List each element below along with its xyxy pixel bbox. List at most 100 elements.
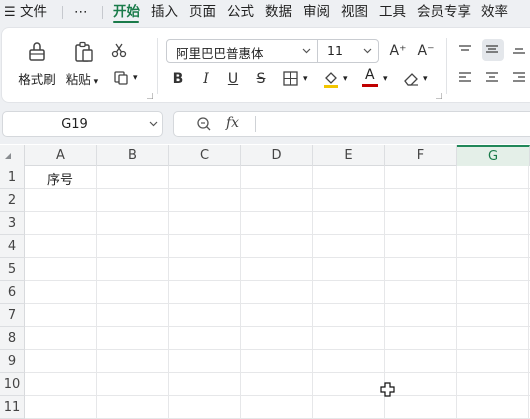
align-top-button[interactable] bbox=[455, 39, 477, 61]
column-gridline bbox=[168, 166, 169, 419]
row-header-10[interactable]: 10 bbox=[0, 373, 25, 396]
borders-button[interactable] bbox=[280, 68, 302, 90]
spreadsheet-grid[interactable] bbox=[0, 144, 530, 419]
row-header-11[interactable]: 11 bbox=[0, 396, 25, 419]
menu-separator bbox=[62, 6, 63, 19]
font-name-select[interactable]: 阿里巴巴普惠体 bbox=[166, 39, 318, 63]
copy-button[interactable] bbox=[110, 67, 132, 89]
active-tab-underline bbox=[113, 21, 139, 23]
row-header-9[interactable]: 9 bbox=[0, 350, 25, 373]
tab-data[interactable]: 数据 bbox=[265, 2, 292, 22]
fill-color-button[interactable] bbox=[320, 67, 342, 89]
column-header-b[interactable]: B bbox=[97, 145, 169, 166]
clipboard-group-launcher-icon[interactable] bbox=[147, 93, 153, 99]
file-menu[interactable]: ☰ 文件 bbox=[4, 2, 47, 22]
menu-separator bbox=[102, 6, 103, 19]
column-header-e[interactable]: E bbox=[313, 145, 385, 166]
column-gridline bbox=[240, 166, 241, 419]
align-middle-icon bbox=[486, 45, 498, 53]
borders-icon bbox=[283, 71, 298, 86]
row-gridline bbox=[25, 395, 530, 396]
font-size-select[interactable]: 11 bbox=[317, 39, 379, 63]
more-menu-button[interactable]: ⋯ bbox=[74, 2, 88, 22]
clipboard-icon bbox=[75, 41, 93, 62]
row-header-3[interactable]: 3 bbox=[0, 212, 25, 235]
decrease-font-button[interactable]: A⁻ bbox=[416, 41, 436, 61]
tab-tools[interactable]: 工具 bbox=[379, 2, 406, 22]
align-middle-button[interactable] bbox=[482, 39, 504, 61]
fill-color-dropdown-chevron-icon[interactable]: ▾ bbox=[343, 75, 351, 84]
tab-home[interactable]: 开始 bbox=[113, 2, 140, 22]
zoom-formula-button[interactable] bbox=[193, 113, 215, 135]
tab-view[interactable]: 视图 bbox=[341, 2, 368, 22]
font-group-launcher-icon[interactable] bbox=[436, 93, 442, 99]
column-gridline bbox=[528, 166, 529, 419]
italic-button[interactable]: I bbox=[196, 69, 216, 89]
cut-button[interactable] bbox=[108, 39, 130, 61]
formula-input[interactable] bbox=[262, 113, 530, 135]
tab-page[interactable]: 页面 bbox=[189, 2, 216, 22]
row-gridline bbox=[25, 280, 530, 281]
row-gridline bbox=[25, 234, 530, 235]
align-center-button[interactable] bbox=[482, 68, 504, 90]
name-box[interactable]: G19 bbox=[2, 111, 163, 137]
ribbon-separator bbox=[446, 38, 447, 94]
format-painter-button[interactable]: 格式刷 bbox=[14, 38, 60, 90]
copy-dropdown-chevron-icon[interactable]: ▾ bbox=[133, 74, 141, 83]
ribbon-separator bbox=[157, 38, 158, 94]
cell-cursor-icon bbox=[380, 382, 395, 397]
chevron-down-icon[interactable] bbox=[149, 121, 158, 127]
paste-button[interactable]: 粘贴 ▾ bbox=[61, 38, 107, 90]
font-color-dropdown-chevron-icon[interactable]: ▾ bbox=[383, 75, 391, 84]
align-top-icon bbox=[459, 45, 471, 51]
strikethrough-button[interactable]: S bbox=[251, 69, 271, 89]
align-right-icon bbox=[513, 72, 525, 82]
insert-function-button[interactable]: fx bbox=[226, 115, 239, 131]
bold-button[interactable]: B bbox=[168, 69, 188, 89]
tab-member[interactable]: 会员专享 bbox=[417, 2, 471, 22]
align-left-button[interactable] bbox=[455, 68, 477, 90]
clear-format-button[interactable] bbox=[400, 67, 422, 89]
select-all-corner[interactable] bbox=[0, 145, 25, 166]
magnifier-icon bbox=[197, 117, 211, 131]
eraser-icon bbox=[404, 73, 418, 86]
chevron-down-icon[interactable]: ▾ bbox=[91, 77, 99, 87]
row-gridline bbox=[25, 372, 530, 373]
column-header-c[interactable]: C bbox=[169, 145, 241, 166]
row-header-8[interactable]: 8 bbox=[0, 327, 25, 350]
row-header-2[interactable]: 2 bbox=[0, 189, 25, 212]
column-gridline bbox=[312, 166, 313, 419]
cell-a1[interactable]: 序号 bbox=[47, 169, 73, 188]
tab-formula[interactable]: 公式 bbox=[227, 2, 254, 22]
underline-button[interactable]: U bbox=[223, 69, 243, 89]
row-header-6[interactable]: 6 bbox=[0, 281, 25, 304]
column-header-d[interactable]: D bbox=[241, 145, 313, 166]
tab-review[interactable]: 审阅 bbox=[303, 2, 330, 22]
row-gridline bbox=[25, 326, 530, 327]
borders-dropdown-chevron-icon[interactable]: ▾ bbox=[303, 75, 311, 84]
column-header-f[interactable]: F bbox=[385, 145, 457, 166]
file-menu-label: 文件 bbox=[19, 4, 47, 20]
font-size-value: 11 bbox=[327, 43, 343, 58]
row-gridline bbox=[25, 188, 530, 189]
row-header-4[interactable]: 4 bbox=[0, 235, 25, 258]
tab-insert[interactable]: 插入 bbox=[151, 2, 178, 22]
align-bottom-button[interactable] bbox=[509, 39, 530, 61]
row-header-5[interactable]: 5 bbox=[0, 258, 25, 281]
increase-font-button[interactable]: A⁺ bbox=[388, 41, 408, 61]
clear-format-dropdown-chevron-icon[interactable]: ▾ bbox=[423, 75, 431, 84]
align-center-icon bbox=[486, 72, 498, 82]
format-painter-label: 格式刷 bbox=[18, 72, 56, 87]
select-all-triangle-icon bbox=[5, 153, 11, 159]
font-color-swatch bbox=[362, 84, 378, 87]
brush-icon bbox=[29, 42, 45, 61]
align-right-button[interactable] bbox=[509, 68, 530, 90]
align-left-icon bbox=[459, 72, 471, 82]
row-header-1[interactable]: 1 bbox=[0, 166, 25, 189]
column-header-a[interactable]: A bbox=[25, 145, 97, 166]
tab-efficiency[interactable]: 效率 bbox=[481, 2, 508, 22]
font-color-button[interactable]: A bbox=[360, 67, 382, 89]
column-gridline bbox=[456, 166, 457, 419]
row-header-7[interactable]: 7 bbox=[0, 304, 25, 327]
column-header-g[interactable]: G bbox=[457, 145, 530, 166]
